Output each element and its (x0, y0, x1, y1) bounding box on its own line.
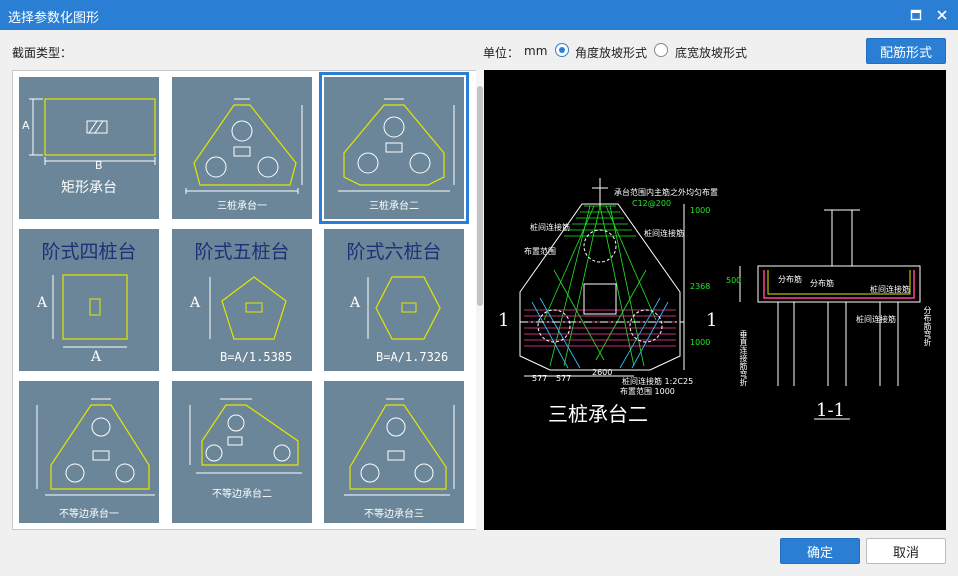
rect-cap-drawing (29, 98, 156, 165)
section-mark-right: 1 (706, 310, 718, 331)
note-range-1000: 布置范围 1000 (620, 387, 675, 396)
dim-1000-mid: 1000 (690, 338, 711, 347)
note-layout-range: 布置范围 (524, 247, 556, 256)
dim-577-a: 577 (532, 374, 548, 383)
dim-b-label: B (95, 159, 103, 172)
title-bar: 选择参数化图形 (0, 0, 958, 30)
note-vertical-a: 垂直连接筋弯折 (739, 330, 748, 386)
note-tie-bar-bottom: 桩间连接筋 (856, 315, 896, 324)
note-dist-bar-a: 分布筋 (778, 275, 802, 284)
tile-step-five-pile[interactable]: 阶式五桩台 A B=A/1.5385 (172, 229, 312, 371)
tile-caption: 不等边承台二 (212, 489, 272, 500)
note-tie-beam-left: 桩间连接筋 (530, 223, 570, 232)
plan-title: 三桩承台二 (548, 402, 648, 426)
preview-panel: 承台范围内主筋之外均匀布置 C12@200 桩间连接筋 布置范围 桩间连接筋 1… (484, 70, 946, 530)
preview-drawing (519, 178, 921, 420)
dim-a-label: A (37, 295, 48, 311)
unequal-cap-3-drawing (344, 398, 455, 496)
tile-caption: 不等边承台一 (59, 509, 119, 520)
tile-step-six-pile[interactable]: 阶式六桩台 A B=A/1.7326 (324, 229, 464, 371)
note-main-rebar: 承台范围内主筋之外均匀布置 (614, 188, 718, 197)
section-mark-left: 1 (498, 310, 510, 331)
radio-angle-slope[interactable] (555, 43, 569, 57)
unit-value: mm (524, 44, 548, 58)
tile-unequal-cap-2[interactable]: 不等边承台二 (172, 381, 312, 523)
unit-label: 单位： (483, 46, 520, 60)
dim-2600: 2600 (592, 368, 613, 377)
dim-1000-top: 1000 (690, 206, 711, 215)
scrollbar-thumb[interactable] (477, 86, 483, 306)
dim-500: 500 (726, 276, 742, 285)
note-dist-bar-b: 分布筋 (810, 279, 834, 288)
close-icon[interactable] (931, 4, 953, 26)
tile-three-pile-2[interactable]: 三桩承台二 (319, 72, 469, 224)
dim-577-b: 577 (556, 374, 572, 383)
cancel-button[interactable]: 取消 (866, 538, 946, 564)
tile-caption: 矩形承台 (61, 180, 117, 196)
section-type-label: 截面类型： (12, 46, 73, 60)
tile-caption: 三桩承台一 (217, 201, 267, 212)
tile-three-pile-1[interactable]: 三桩承台一 (172, 77, 312, 219)
note-c12: C12@200 (632, 199, 672, 208)
shape-gallery: A B 矩形承台 三桩承台一 三桩承台二 阶式四桩台 A A 阶式五桩台 A B… (12, 70, 478, 530)
rebar-form-button[interactable]: 配筋形式 (866, 38, 946, 64)
tile-unequal-cap-1[interactable]: 不等边承台一 (19, 381, 159, 523)
tile-caption: 三桩承台二 (369, 201, 419, 212)
radio-width-slope-label[interactable]: 底宽放坡形式 (675, 44, 747, 61)
unequal-cap-2-drawing (189, 398, 302, 474)
dim-b-label: A (91, 349, 102, 365)
radio-angle-slope-label[interactable]: 角度放坡形式 (575, 44, 647, 61)
dim-2368: 2368 (690, 282, 711, 291)
formula-label: B=A/1.5385 (220, 350, 293, 364)
note-tie-bar-section: 桩间连接筋 (870, 285, 910, 294)
dim-a-label: A (190, 295, 201, 311)
tile-step-four-pile[interactable]: 阶式四桩台 A A (19, 229, 159, 371)
window-title: 选择参数化图形 (8, 11, 100, 26)
dim-a-label: A (22, 119, 30, 132)
tile-rect-cap[interactable]: A B 矩形承台 (19, 77, 159, 219)
formula-label: B=A/1.7326 (376, 350, 449, 364)
section-title: 1-1 (816, 400, 845, 421)
ok-button[interactable]: 确定 (780, 538, 860, 564)
dim-a-label: A (350, 295, 361, 311)
maximize-icon[interactable] (905, 4, 927, 26)
tile-caption: 不等边承台三 (364, 509, 424, 520)
note-tie-beam-right: 桩间连接筋 (644, 229, 684, 238)
unequal-cap-1-drawing (36, 398, 155, 496)
radio-width-slope[interactable] (654, 43, 668, 57)
tile-unequal-cap-3[interactable]: 不等边承台三 (324, 381, 464, 523)
note-vertical-b: 分布筋弯折 (923, 306, 932, 346)
gallery-scrollbar[interactable] (476, 70, 484, 530)
